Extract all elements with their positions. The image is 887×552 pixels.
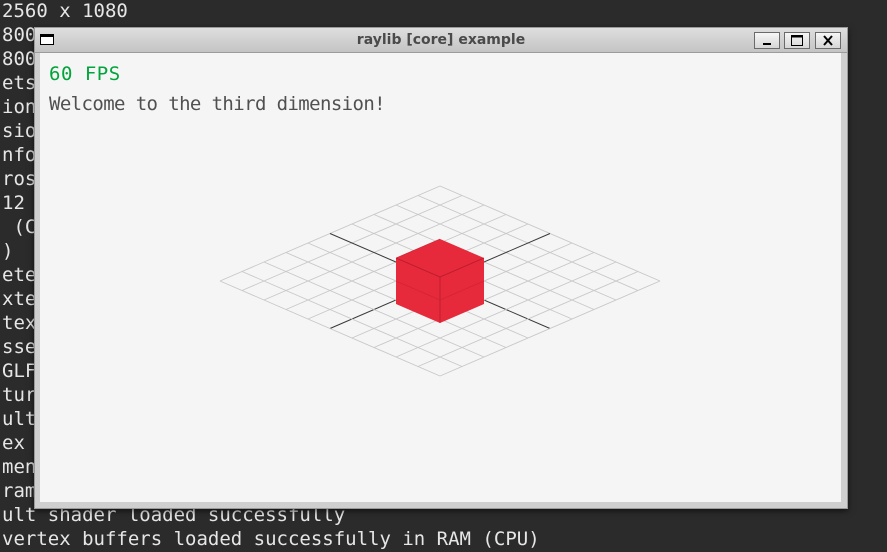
window-title: raylib [core] example <box>356 32 526 48</box>
minimize-button[interactable] <box>754 32 780 49</box>
fps-counter: 60 FPS <box>49 63 121 85</box>
terminal-line: 800 <box>2 48 37 70</box>
app-window[interactable]: raylib [core] example 60 FPS Welcome to … <box>34 27 848 509</box>
welcome-message: Welcome to the third dimension! <box>49 93 386 115</box>
terminal-line: 800 <box>2 24 37 46</box>
terminal-line: vertex buffers loaded successfully in RA… <box>2 528 540 550</box>
close-icon <box>823 35 833 46</box>
minimize-icon <box>763 43 771 45</box>
maximize-button[interactable] <box>784 32 810 49</box>
title-bar[interactable]: raylib [core] example <box>35 28 847 53</box>
terminal-line: ram <box>2 480 37 502</box>
render-viewport[interactable]: 60 FPS Welcome to the third dimension! <box>40 53 841 502</box>
terminal-line: ) <box>2 240 14 262</box>
red-cube <box>395 238 485 323</box>
terminal-line: 2560 x 1080 <box>2 0 128 22</box>
close-button[interactable] <box>815 32 841 49</box>
3d-scene <box>219 185 661 377</box>
maximize-icon <box>791 35 803 46</box>
terminal-line: ult <box>2 408 37 430</box>
